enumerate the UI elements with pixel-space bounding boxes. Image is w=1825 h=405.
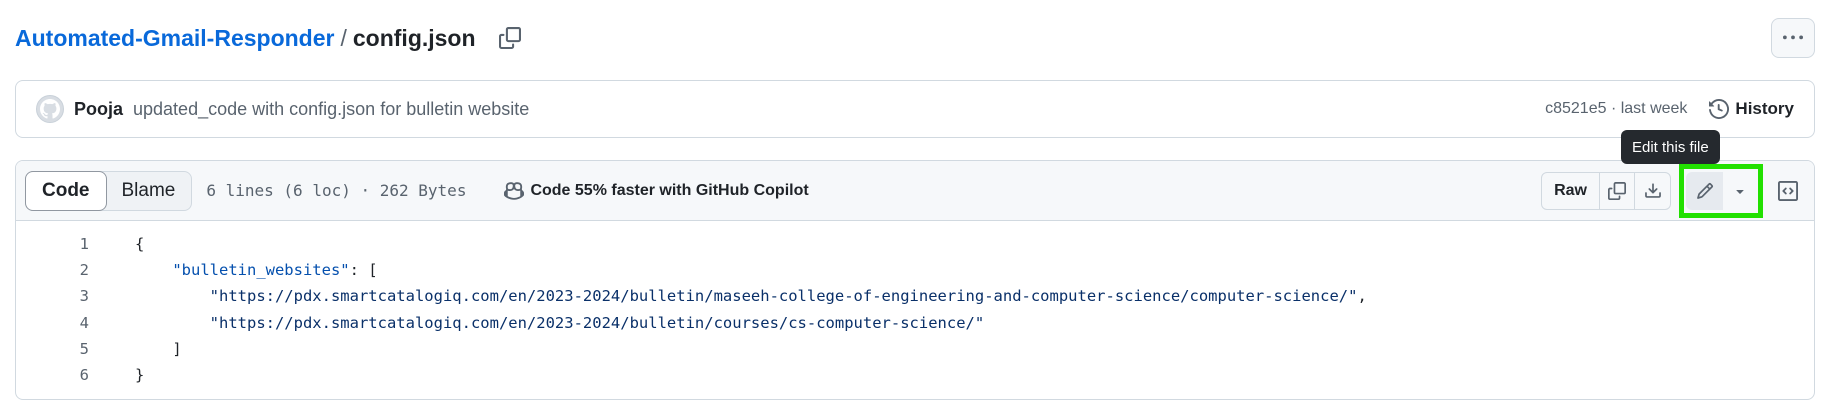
breadcrumb-separator: / xyxy=(340,24,347,51)
copilot-icon xyxy=(504,181,525,200)
line-content: "https://pdx.smartcatalogiq.com/en/2023-… xyxy=(135,313,985,332)
line-content: } xyxy=(135,366,144,384)
code-square-icon xyxy=(1778,180,1798,201)
kebab-horizontal-icon xyxy=(1783,35,1803,40)
tab-code[interactable]: Code xyxy=(25,170,107,211)
copilot-promo-link[interactable]: Code 55% faster with GitHub Copilot xyxy=(504,181,809,201)
download-button[interactable] xyxy=(1635,173,1670,209)
line-content: "https://pdx.smartcatalogiq.com/en/2023-… xyxy=(135,287,1367,305)
edit-tooltip: Edit this file xyxy=(1621,130,1720,164)
edit-dropdown-button[interactable] xyxy=(1723,172,1756,210)
line-number[interactable]: 3 xyxy=(16,287,89,305)
code-line: 1 { xyxy=(16,231,1814,257)
raw-button[interactable]: Raw xyxy=(1542,172,1600,209)
edit-file-button[interactable] xyxy=(1686,171,1723,210)
view-toggle: Code Blame xyxy=(25,170,193,211)
code-line: 4 "https://pdx.smartcatalogiq.com/en/202… xyxy=(16,310,1814,336)
code-line: 2 "bulletin_websites": [ xyxy=(16,257,1814,283)
line-content: { xyxy=(135,235,144,253)
copy-icon xyxy=(1608,181,1626,200)
code-line: 6 } xyxy=(16,362,1814,388)
symbols-panel-button[interactable] xyxy=(1771,173,1805,209)
line-content: ] xyxy=(135,339,182,358)
history-label: History xyxy=(1735,99,1794,118)
line-number[interactable]: 4 xyxy=(16,314,89,332)
edit-highlight xyxy=(1679,163,1763,218)
repo-link[interactable]: Automated-Gmail-Responder xyxy=(15,25,334,52)
json-string: "https://pdx.smartcatalogiq.com/en/2023-… xyxy=(209,313,985,332)
line-number[interactable]: 5 xyxy=(16,340,89,358)
pencil-icon xyxy=(1696,182,1713,199)
more-options-button[interactable] xyxy=(1771,18,1815,58)
line-content: "bulletin_websites": [ xyxy=(135,261,378,280)
json-key: "bulletin_websites" xyxy=(172,261,350,280)
commit-sha-time[interactable]: c8521e5 · last week xyxy=(1545,100,1687,118)
history-icon xyxy=(1709,99,1730,119)
file-header: Code Blame 6 lines (6 loc) · 262 Bytes C… xyxy=(16,161,1814,221)
code-view: 1 { 2 "bulletin_websites": [ 3 "https://… xyxy=(16,221,1814,388)
copy-raw-button[interactable] xyxy=(1600,172,1635,209)
commit-author[interactable]: Pooja xyxy=(74,99,123,120)
copy-path-button[interactable] xyxy=(494,22,526,54)
json-string: "https://pdx.smartcatalogiq.com/en/2023-… xyxy=(209,287,1358,306)
avatar[interactable] xyxy=(36,95,64,123)
copilot-label: Code 55% faster with GitHub Copilot xyxy=(530,181,809,199)
latest-commit-bar: Pooja updated_code with config.json for … xyxy=(15,80,1815,138)
commit-meta: c8521e5 · last week History xyxy=(1545,99,1794,119)
code-line: 5 ] xyxy=(16,336,1814,362)
history-button[interactable]: History xyxy=(1709,99,1794,119)
code-token: : [ xyxy=(349,261,378,280)
file-meta: 6 lines (6 loc) · 262 Bytes xyxy=(206,181,467,200)
line-number[interactable]: 6 xyxy=(16,366,89,384)
file-name: config.json xyxy=(352,24,476,51)
tab-blame[interactable]: Blame xyxy=(106,172,192,210)
github-avatar-icon xyxy=(40,99,60,119)
code-token: ] xyxy=(172,339,182,358)
code-token: } xyxy=(135,366,145,385)
line-number[interactable]: 2 xyxy=(16,261,89,279)
raw-copy-download-group: Raw xyxy=(1541,171,1671,210)
code-token: , xyxy=(1357,287,1367,306)
copy-icon xyxy=(498,27,521,49)
download-icon xyxy=(1644,182,1661,198)
breadcrumb: Automated-Gmail-Responder / config.json xyxy=(15,22,526,54)
file-viewer: Code Blame 6 lines (6 loc) · 262 Bytes C… xyxy=(15,160,1815,400)
edit-group xyxy=(1686,171,1756,210)
commit-message[interactable]: updated_code with config.json for bullet… xyxy=(133,99,529,120)
file-actions: Raw xyxy=(1541,163,1805,218)
code-line: 3 "https://pdx.smartcatalogiq.com/en/202… xyxy=(16,283,1814,309)
line-number[interactable]: 1 xyxy=(16,235,89,253)
triangle-down-icon xyxy=(1735,189,1744,194)
code-token: { xyxy=(135,235,145,254)
